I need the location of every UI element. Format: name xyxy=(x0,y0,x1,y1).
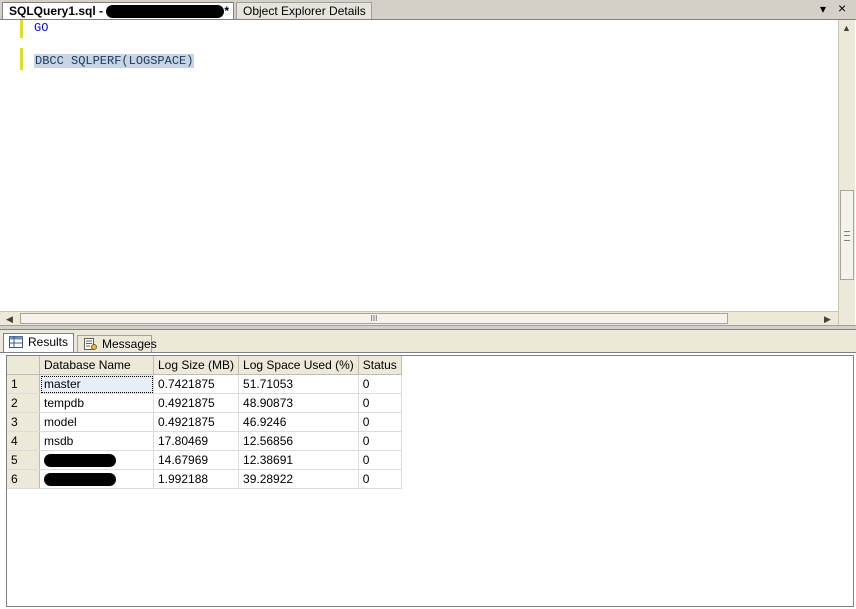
results-grid[interactable]: Database Name Log Size (MB) Log Space Us… xyxy=(6,355,854,607)
redacted-database-name xyxy=(44,473,116,487)
change-indicator xyxy=(20,20,23,38)
redacted-server-name xyxy=(106,5,225,19)
status-cell[interactable]: 0 xyxy=(358,431,402,451)
vertical-scroll-thumb[interactable] xyxy=(840,190,854,280)
row-number-header[interactable] xyxy=(7,356,40,375)
scroll-grip-icon xyxy=(844,231,850,241)
status-cell[interactable]: 0 xyxy=(358,412,402,432)
scroll-up-icon[interactable]: ▲ xyxy=(842,22,851,34)
table-row[interactable]: 6 1.992188 39.28922 0 xyxy=(7,469,402,489)
editor-gutter xyxy=(0,20,20,311)
log-space-used-cell[interactable]: 51.71053 xyxy=(238,374,359,394)
database-name-cell[interactable]: tempdb xyxy=(39,393,154,413)
row-number-cell[interactable]: 3 xyxy=(7,412,40,432)
tab-dropdown-icon[interactable]: ▾ xyxy=(820,2,826,16)
column-header-log-space-used[interactable]: Log Space Used (%) xyxy=(238,356,359,375)
row-number-cell[interactable]: 4 xyxy=(7,431,40,451)
scroll-grip-icon: III xyxy=(370,314,378,323)
table-row[interactable]: 3 model 0.4921875 46.9246 0 xyxy=(7,412,402,432)
editor-vertical-scrollbar[interactable]: ▲ xyxy=(838,20,855,325)
table-row[interactable]: 2 tempdb 0.4921875 48.90873 0 xyxy=(7,393,402,413)
log-space-used-cell[interactable]: 39.28922 xyxy=(238,469,359,489)
log-size-cell[interactable]: 17.80469 xyxy=(153,431,240,451)
column-header-database-name[interactable]: Database Name xyxy=(39,356,154,375)
status-cell[interactable]: 0 xyxy=(358,393,402,413)
tab-messages[interactable]: Messages xyxy=(77,335,157,352)
close-icon[interactable]: × xyxy=(838,1,846,15)
tab-object-explorer-details-label: Object Explorer Details xyxy=(243,4,366,18)
database-name-cell[interactable] xyxy=(39,450,154,470)
log-size-cell[interactable]: 1.992188 xyxy=(153,469,240,489)
tab-sqlquery1[interactable]: SQLQuery1.sql - * xyxy=(2,2,234,19)
column-header-log-size[interactable]: Log Size (MB) xyxy=(153,356,240,375)
table-row[interactable]: 1 master 0.7421875 51.71053 0 xyxy=(7,374,402,394)
messages-icon xyxy=(84,338,97,350)
log-space-used-cell[interactable]: 48.90873 xyxy=(238,393,359,413)
results-tab-strip: Results Messages xyxy=(0,330,856,353)
tab-messages-label: Messages xyxy=(102,337,157,351)
database-name-cell[interactable]: model xyxy=(39,412,154,432)
database-name-cell[interactable] xyxy=(39,469,154,489)
row-number-cell[interactable]: 5 xyxy=(7,450,40,470)
column-header-status[interactable]: Status xyxy=(358,356,402,375)
change-indicator xyxy=(20,48,23,70)
row-number-cell[interactable]: 2 xyxy=(7,393,40,413)
code-line-dbcc-selected[interactable]: DBCC SQLPERF(LOGSPACE) xyxy=(34,54,195,68)
tab-results[interactable]: Results xyxy=(3,333,74,352)
status-cell[interactable]: 0 xyxy=(358,450,402,470)
log-size-cell[interactable]: 0.7421875 xyxy=(153,374,240,394)
tab-modified-marker: * xyxy=(224,4,230,18)
log-size-cell[interactable]: 14.67969 xyxy=(153,450,240,470)
log-size-cell[interactable]: 0.4921875 xyxy=(153,412,240,432)
status-cell[interactable]: 0 xyxy=(358,374,402,394)
table-row[interactable]: 5 14.67969 12.38691 0 xyxy=(7,450,402,470)
query-editor[interactable]: GO DBCC SQLPERF(LOGSPACE) ▲ ◀ III ▶ xyxy=(0,20,856,325)
grid-icon xyxy=(9,336,23,348)
horizontal-scroll-thumb[interactable]: III xyxy=(20,313,728,324)
redacted-database-name xyxy=(44,454,116,468)
status-cell[interactable]: 0 xyxy=(358,469,402,489)
log-space-used-cell[interactable]: 12.38691 xyxy=(238,450,359,470)
log-space-used-cell[interactable]: 12.56856 xyxy=(238,431,359,451)
tab-results-label: Results xyxy=(28,335,69,349)
row-number-cell[interactable]: 1 xyxy=(7,374,40,394)
grid-body: 1 master 0.7421875 51.71053 0 2 tempdb 0.492187… xyxy=(7,374,402,489)
database-name-cell[interactable]: msdb xyxy=(39,431,154,451)
header-row: Database Name Log Size (MB) Log Space Us… xyxy=(7,356,402,375)
code-line-go[interactable]: GO xyxy=(34,21,48,35)
scroll-left-icon[interactable]: ◀ xyxy=(6,313,13,325)
editor-horizontal-scrollbar[interactable]: ◀ III ▶ xyxy=(0,311,838,325)
table-row[interactable]: 4 msdb 17.80469 12.56856 0 xyxy=(7,431,402,451)
scroll-right-icon[interactable]: ▶ xyxy=(824,313,831,325)
database-name-cell[interactable]: master xyxy=(39,374,154,394)
tab-sqlquery1-label: SQLQuery1.sql - xyxy=(9,4,104,18)
log-space-used-cell[interactable]: 46.9246 xyxy=(238,412,359,432)
row-number-cell[interactable]: 6 xyxy=(7,469,40,489)
tab-object-explorer-details[interactable]: Object Explorer Details xyxy=(236,2,372,19)
results-table: Database Name Log Size (MB) Log Space Us… xyxy=(7,356,402,489)
document-tab-strip: SQLQuery1.sql - * Object Explorer Detail… xyxy=(0,0,856,20)
log-size-cell[interactable]: 0.4921875 xyxy=(153,393,240,413)
